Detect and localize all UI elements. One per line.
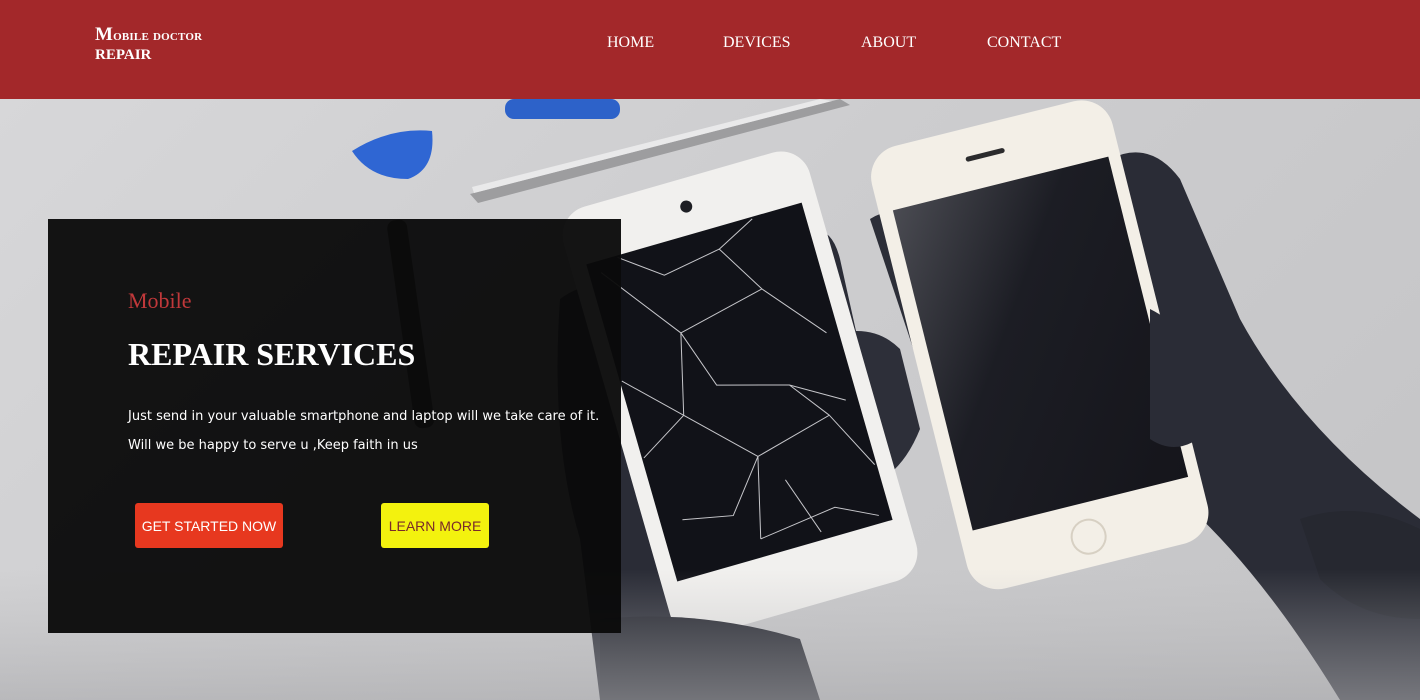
logo-line2: REPAIR <box>95 47 152 63</box>
logo-line1: obile doctor <box>113 28 203 44</box>
nav-devices[interactable]: DEVICES <box>723 34 791 52</box>
site-header: Mobile doctor REPAIR HOME DEVICES ABOUT … <box>0 0 1420 99</box>
site-logo[interactable]: Mobile doctor REPAIR <box>95 25 202 65</box>
hero-section: Mobile REPAIR SERVICES Just send in your… <box>0 99 1420 700</box>
get-started-button[interactable]: GET STARTED NOW <box>135 503 283 548</box>
hero-description: Just send in your valuable smartphone an… <box>128 402 618 460</box>
nav-home[interactable]: HOME <box>607 34 654 52</box>
hero-kicker: Mobile <box>128 288 192 313</box>
nav-contact[interactable]: CONTACT <box>987 34 1061 52</box>
learn-more-button[interactable]: LEARN MORE <box>381 503 489 548</box>
hero-description-line2: Will we be happy to serve u ,Keep faith … <box>128 438 418 453</box>
hero-description-line1: Just send in your valuable smartphone an… <box>128 409 600 424</box>
logo-initial: M <box>95 24 114 45</box>
nav-about[interactable]: ABOUT <box>861 34 916 52</box>
hero-title: REPAIR SERVICES <box>128 336 416 372</box>
hero-card: Mobile REPAIR SERVICES Just send in your… <box>48 219 621 633</box>
